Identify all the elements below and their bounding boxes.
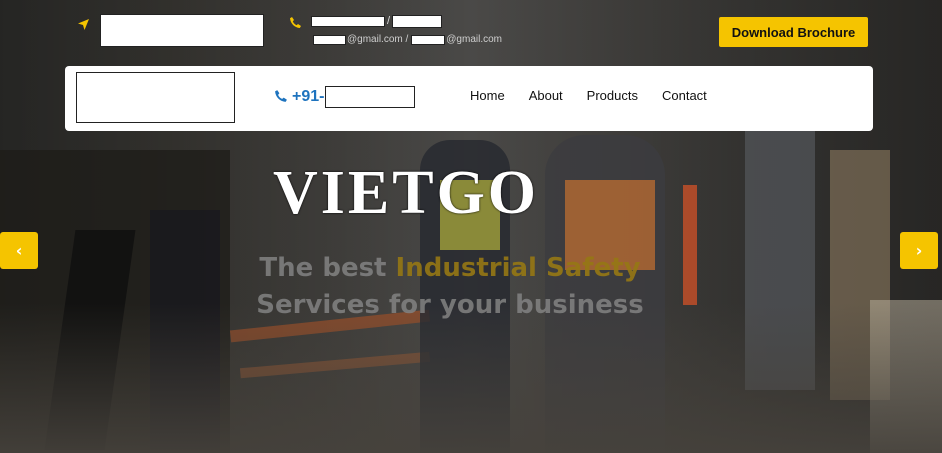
download-brochure-button[interactable]: Download Brochure [719,17,868,47]
location-arrow-icon [77,18,91,32]
tagline-pre: The best [259,253,396,283]
nav-link-home[interactable]: Home [470,88,505,103]
nav-link-contact[interactable]: Contact [662,88,707,103]
redacted-phone-1 [311,15,385,27]
nav-phone[interactable]: +91- [274,86,416,108]
hero-tagline: The best Industrial Safety Services for … [200,250,700,324]
bg-floor [0,303,942,453]
redacted-phone-number [325,86,416,108]
chevron-right-icon: › [915,241,923,260]
email-suffix-2: @gmail.com [446,34,502,45]
topbar-emails: @gmail.com / @gmail.com [313,33,502,46]
redacted-phone-2 [392,14,443,28]
phone-icon [274,89,288,106]
phone-icon [289,16,303,30]
redacted-email-2 [411,34,446,45]
top-bar: / @gmail.com / @gmail.com Download Broch… [0,0,942,60]
tagline-post: Services for your business [256,290,644,320]
brand-title: VIETGO [272,159,540,227]
address-placeholder [100,14,264,47]
phone-separator: / [387,15,391,27]
chevron-left-icon: ‹ [15,241,23,260]
nav-menu: Home About Products Contact [470,88,707,103]
nav-link-about[interactable]: About [529,88,563,103]
email-suffix-1: @gmail.com / [347,34,409,45]
logo-placeholder[interactable] [76,72,235,123]
slider-prev-button[interactable]: ‹ [0,232,38,269]
main-navbar: +91- Home About Products Contact [65,66,873,131]
slider-next-button[interactable]: › [900,232,938,269]
phone-prefix: +91- [292,88,325,105]
tagline-highlight: Industrial Safety [395,253,641,283]
redacted-email-1 [313,34,346,45]
topbar-phones: / [311,14,443,28]
nav-link-products[interactable]: Products [587,88,638,103]
